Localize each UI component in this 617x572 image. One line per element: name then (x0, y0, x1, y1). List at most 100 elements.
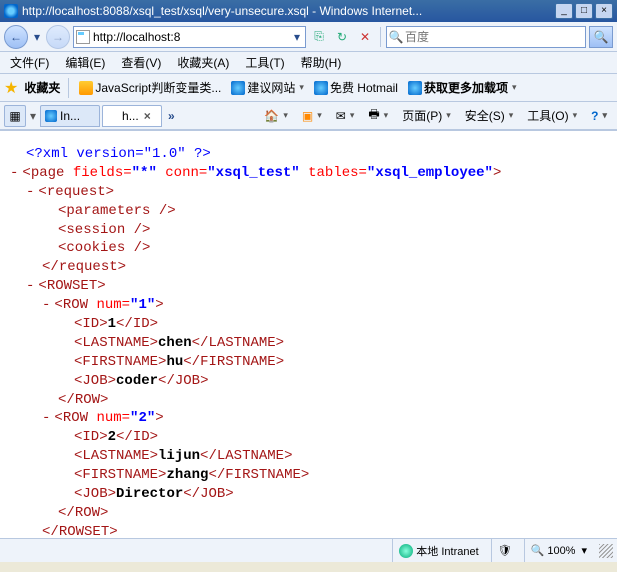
ie-icon (408, 81, 422, 95)
title-bar: http://localhost:8088/xsql_test/xsql/ver… (0, 0, 617, 22)
separator (380, 27, 381, 47)
page-icon (76, 30, 90, 44)
print-button[interactable]: 🖶 (362, 105, 394, 127)
status-zone[interactable]: 本地 Intranet (392, 539, 484, 562)
xml-rowset-open: -<ROWSET> (10, 277, 607, 296)
xml-row1-open: -<ROW num="1"> (10, 296, 607, 315)
tab-toolbar: 🏠 ▣ ✉ 🖶 页面(P) 安全(S) 工具(O) ? (258, 105, 613, 127)
xml-row2-close: </ROW> (10, 504, 607, 523)
fav-link-js[interactable]: JavaScript判断变量类... (77, 77, 223, 98)
xml-pi: <?xml version="1.0" ?> (10, 145, 607, 164)
shield-icon: 🛡 (498, 544, 512, 557)
page-menu[interactable]: 页面(P) (396, 105, 457, 127)
window-title: http://localhost:8088/xsql_test/xsql/ver… (22, 0, 555, 22)
quick-tabs-button[interactable]: ▦ (4, 105, 26, 127)
tab-1-label: In... (60, 109, 80, 123)
fav-suggest-label: 建议网站 (247, 79, 295, 96)
forward-button[interactable]: → (46, 25, 70, 49)
zoom-icon: 🔍 (531, 544, 545, 557)
zone-label: 本地 Intranet (416, 543, 478, 559)
collapse-toggle[interactable]: - (26, 184, 38, 200)
fav-link-suggest[interactable]: 建议网站 (229, 77, 306, 98)
xml-row2-lastname: <LASTNAME>lijun</LASTNAME> (10, 447, 607, 466)
zoom-dropdown-icon[interactable]: ▾ (578, 544, 587, 557)
zoom-label: 100% (547, 545, 575, 557)
xml-session: <session /> (10, 221, 607, 240)
xml-row2-id: <ID>2</ID> (10, 428, 607, 447)
maximize-button[interactable]: □ (575, 3, 593, 19)
xml-row1-job: <JOB>coder</JOB> (10, 372, 607, 391)
menu-tools[interactable]: 工具(T) (239, 52, 290, 73)
tools-menu[interactable]: 工具(O) (521, 105, 583, 127)
menu-edit[interactable]: 编辑(E) (59, 52, 111, 73)
collapse-toggle[interactable]: - (42, 410, 54, 426)
address-bar[interactable]: ▾ (73, 26, 306, 48)
xml-row2-job: <JOB>Director</JOB> (10, 485, 607, 504)
collapse-toggle[interactable]: - (26, 278, 38, 294)
separator (68, 78, 69, 98)
xml-parameters: <parameters /> (10, 202, 607, 221)
tab-1[interactable]: In... (40, 105, 100, 127)
resize-grip[interactable] (599, 544, 613, 558)
tab-bar: ▦ ▾ In... h... × » 🏠 ▣ ✉ 🖶 页面(P) 安全(S) 工… (0, 102, 617, 130)
tab-close-button[interactable]: × (142, 109, 153, 123)
xml-row1-firstname: <FIRSTNAME>hu</FIRSTNAME> (10, 353, 607, 372)
fav-js-label: JavaScript判断变量类... (95, 79, 221, 96)
js-icon (79, 81, 93, 95)
safety-menu[interactable]: 安全(S) (459, 105, 520, 127)
stop-button[interactable]: ✕ (355, 27, 375, 47)
tab-2-label: h... (122, 109, 139, 123)
address-dropdown-icon[interactable]: ▾ (291, 30, 303, 44)
status-bar: 本地 Intranet 🛡 🔍 100% ▾ (0, 538, 617, 562)
menu-view[interactable]: 查看(V) (115, 52, 167, 73)
xml-row1-close: </ROW> (10, 391, 607, 410)
ie-icon (4, 4, 18, 18)
nav-bar: ← ▾ → ▾ ⎘ ↻ ✕ 🔍 🔍 (0, 22, 617, 52)
collapse-toggle[interactable]: - (10, 165, 22, 181)
search-button[interactable]: 🔍 (589, 26, 613, 48)
tabs-dropdown[interactable]: ▾ (28, 109, 38, 123)
ie-icon (231, 81, 245, 95)
xml-rowset-close: </ROWSET> (10, 523, 607, 538)
minimize-button[interactable]: _ (555, 3, 573, 19)
help-button[interactable]: ? (585, 105, 613, 127)
tabs-overflow[interactable]: » (164, 109, 179, 123)
fav-more-label: 获取更多加载项 (424, 79, 508, 96)
document-content: <?xml version="1.0" ?> -<page fields="*"… (0, 130, 617, 538)
back-dropdown[interactable]: ▾ (31, 25, 43, 49)
ie-icon (314, 81, 328, 95)
xml-page-open: -<page fields="*" conn="xsql_test" table… (10, 164, 607, 183)
xml-row2-open: -<ROW num="2"> (10, 409, 607, 428)
tab-2-active[interactable]: h... × (102, 105, 162, 127)
url-input[interactable] (93, 30, 291, 44)
page-icon (107, 110, 119, 122)
xml-request-open: -<request> (10, 183, 607, 202)
favorites-bar: ★ 收藏夹 JavaScript判断变量类... 建议网站 免费 Hotmail… (0, 74, 617, 102)
search-input[interactable] (405, 30, 585, 44)
feeds-button[interactable]: ▣ (296, 105, 328, 127)
fav-link-more[interactable]: 获取更多加载项 (406, 77, 519, 98)
home-button[interactable]: 🏠 (258, 105, 293, 127)
menu-favorites[interactable]: 收藏夹(A) (171, 52, 235, 73)
xml-row2-firstname: <FIRSTNAME>zhang</FIRSTNAME> (10, 466, 607, 485)
compat-view-icon[interactable]: ⎘ (309, 27, 329, 47)
xml-request-close: </request> (10, 258, 607, 277)
back-button[interactable]: ← (4, 25, 28, 49)
close-button[interactable]: × (595, 3, 613, 19)
favorites-label[interactable]: 收藏夹 (24, 79, 60, 96)
protected-mode[interactable]: 🛡 (491, 539, 518, 562)
favorites-star-icon[interactable]: ★ (4, 78, 18, 98)
globe-icon (399, 544, 413, 558)
collapse-toggle[interactable]: - (42, 297, 54, 313)
menu-file[interactable]: 文件(F) (4, 52, 55, 73)
refresh-button[interactable]: ↻ (332, 27, 352, 47)
fav-hotmail-label: 免费 Hotmail (330, 79, 398, 96)
mail-button[interactable]: ✉ (330, 105, 361, 127)
zoom-control[interactable]: 🔍 100% ▾ (524, 539, 593, 562)
menu-help[interactable]: 帮助(H) (295, 52, 348, 73)
search-box[interactable]: 🔍 (386, 26, 586, 48)
fav-link-hotmail[interactable]: 免费 Hotmail (312, 77, 400, 98)
xml-cookies: <cookies /> (10, 239, 607, 258)
ie-icon (45, 110, 57, 122)
xml-row1-id: <ID>1</ID> (10, 315, 607, 334)
